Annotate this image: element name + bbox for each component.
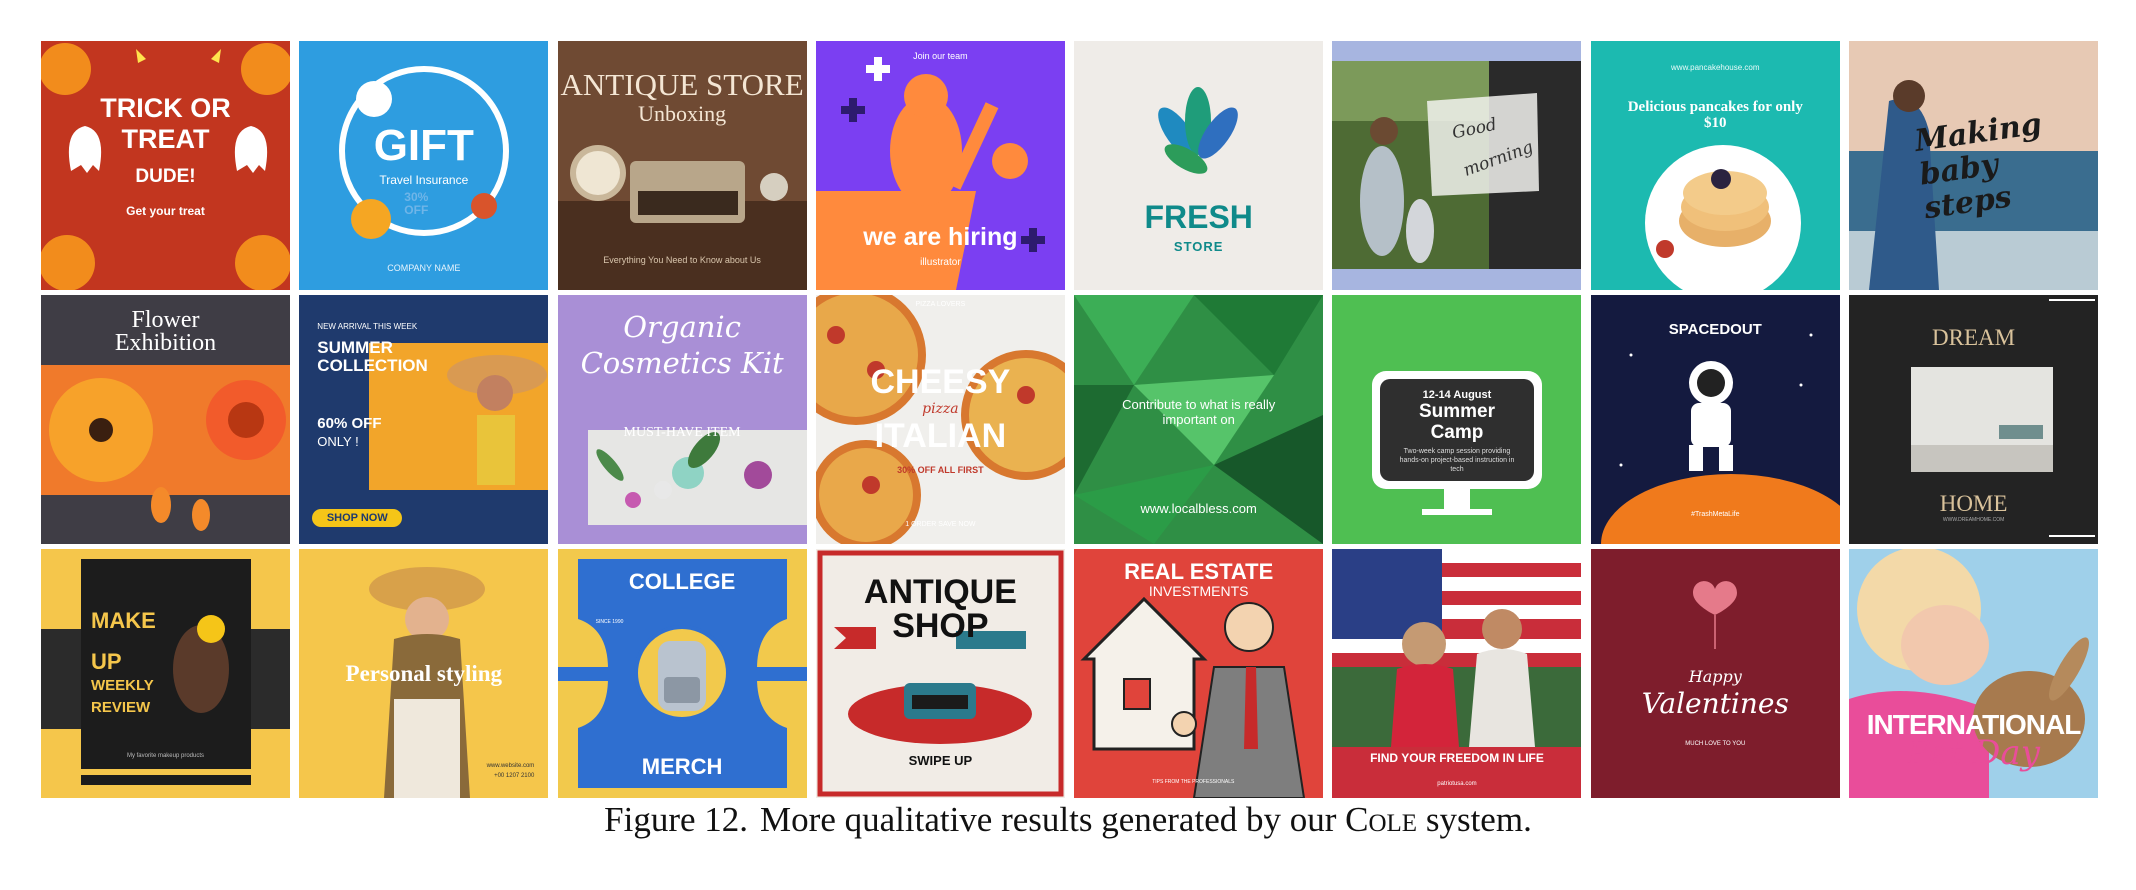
illustrator-art — [815, 57, 1045, 290]
poster-title: DREAM — [1932, 325, 2016, 350]
gift-insurance-poster: GIFT Travel Insurance 30% OFF COMPANY NA… — [299, 41, 549, 290]
cheesy-pizza-poster: PIZZA LOVERS CHEESY pizza ITALIAN 30% OF… — [815, 295, 1065, 544]
antique-shop-poster: ANTIQUE SHOP SWIPE UP — [815, 549, 1065, 798]
baby-steps-photo: Making baby steps — [1849, 41, 2099, 290]
personal-styling-poster: Personal styling www.website.com +00 120… — [299, 549, 549, 798]
dream-home-poster: DREAM HOME WWW.DREAMHOME.COM — [1849, 295, 2099, 544]
poster-title: SUMMER COLLECTION — [317, 338, 428, 375]
poster-url: patriotusa.com — [1437, 781, 1477, 787]
poster-title: FRESH — [1144, 199, 1253, 235]
poster-sub: INVESTMENTS — [1148, 583, 1249, 599]
poster-title: FIND YOUR FREEDOM IN LIFE — [1370, 751, 1544, 765]
poster-sub: Two-week camp session providing hands-on… — [1399, 448, 1515, 473]
poster-title: Organic Cosmetics Kit — [580, 310, 784, 380]
poster-title: REAL ESTATE — [1124, 559, 1274, 584]
poster-sub: Get your treat — [126, 204, 205, 218]
poster-url: www.pancakehouse.com — [1671, 63, 1760, 72]
hiring-poster: Join our team we are hiring illustrator — [815, 41, 1065, 290]
poster-foot: 1 ORDER SAVE NOW — [905, 521, 976, 528]
title-line3: WEEKLY — [91, 677, 154, 694]
poster-sub: MUST-HAVE ITEM — [623, 425, 741, 440]
summer-collection-poster: NEW ARRIVAL THIS WEEK SUMMER COLLECTION … — [299, 295, 549, 544]
antique-store-poster: ANTIQUE STORE Unboxing Everything You Ne… — [557, 41, 807, 290]
poster-date: 12-14 August — [1422, 389, 1492, 401]
poster-top: Join our team — [913, 51, 968, 61]
poster-foot: My favorite makeup products — [126, 753, 205, 759]
poster-mid: pizza — [922, 401, 959, 417]
poster-phone: +00 1207 2100 — [494, 773, 535, 779]
poster-url: www.localbless.com — [1140, 501, 1257, 516]
results-grid: TRICK OR TREAT DUDE! Get your treat GIFT… — [41, 41, 2099, 798]
figure-caption: Figure 12. More qualitative results gener… — [0, 800, 2136, 840]
title-line1: MAKE — [91, 608, 156, 633]
poster-sub: STORE — [1173, 239, 1224, 254]
poster-foot: TIPS FROM THE PROFESSIONALS — [1152, 779, 1235, 785]
poster-offer: 60% OFF — [317, 415, 382, 432]
college-merch-poster: COLLEGE SINCE 1990 MERCH — [557, 549, 807, 798]
poster-title: Delicious pancakes for only $10 — [1627, 99, 1803, 131]
poster-title: GIFT — [373, 121, 474, 170]
fresh-store-logo: FRESH STORE — [1074, 41, 1324, 290]
poster-foot: Everything You Need to Know about Us — [603, 255, 761, 265]
good-morning-photo: Good morning — [1332, 41, 1582, 290]
poster-sub: illustrator — [920, 257, 961, 268]
poster-sub: MERCH — [641, 754, 723, 779]
poster-title: TRICK OR TREAT — [100, 93, 231, 154]
halloween-poster: TRICK OR TREAT DUDE! Get your treat — [41, 41, 290, 290]
caption-text-start: More qualitative results generated by ou… — [760, 800, 1346, 839]
poster-foot: WWW.DREAMHOME.COM — [1942, 517, 2005, 523]
poster-sub: Unboxing — [638, 101, 727, 126]
poster-title: Flower Exhibition — [114, 307, 217, 356]
poster-date: SINCE 1990 — [595, 619, 624, 625]
poster-title: COLLEGE — [628, 569, 736, 594]
poster-title: Contribute to what is really important o… — [1122, 397, 1276, 427]
poster-sub: Pet Day — [1907, 733, 2040, 773]
title-line4: REVIEW — [91, 699, 151, 716]
poster-offer: 30% OFF ALL FIRST — [897, 465, 984, 475]
spacedout-poster: SPACEDOUT #TrashMetaLife — [1590, 295, 1840, 544]
poster-offer: 30% OFF — [404, 190, 429, 217]
pancake-plate-art — [1644, 145, 1801, 290]
title-line1: Happy — [1688, 667, 1742, 686]
makeup-review-poster: MAKE UP WEEKLY REVIEW My favorite makeup… — [41, 549, 290, 798]
summer-camp-poster: 12-14 August Summer Camp Two-week camp s… — [1332, 295, 1582, 544]
poster-title: CHEESY — [870, 363, 1011, 401]
poster-title: we are hiring — [863, 223, 1018, 251]
pet-day-photo: INTERNATIONAL Pet Day — [1849, 549, 2099, 798]
poster-title: Summer Camp — [1418, 401, 1495, 443]
poster-sub: Travel Insurance — [379, 173, 469, 187]
poster-line2: DUDE! — [135, 166, 196, 187]
poster-sub: ONLY ! — [317, 434, 359, 449]
pancake-poster: www.pancakehouse.com Delicious pancakes … — [1590, 41, 1840, 290]
caption-text-end: system. — [1417, 800, 1532, 839]
poster-title: Personal styling — [345, 661, 503, 686]
company-name: COMPANY NAME — [387, 263, 461, 273]
poster-top: PIZZA LOVERS — [915, 301, 966, 308]
figure-label: Figure 12. — [604, 800, 749, 839]
valentines-poster: Happy Valentines MUCH LOVE TO YOU — [1590, 549, 1840, 798]
poster-sub: SWIPE UP — [908, 753, 973, 768]
shop-now-button: SHOP NOW — [312, 509, 403, 527]
flower-exhibition-poster: Flower Exhibition — [41, 295, 290, 544]
poster-top: NEW ARRIVAL THIS WEEK — [317, 322, 418, 331]
real-estate-poster: REAL ESTATE INVESTMENTS TIPS FROM THE PR… — [1074, 549, 1324, 798]
poster-sub: MUCH LOVE TO YOU — [1685, 741, 1746, 747]
makeup-art — [41, 559, 290, 785]
contribute-poster: Contribute to what is really important o… — [1074, 295, 1324, 544]
garden-photo-art — [1332, 61, 1582, 269]
caption-system-name: Cole — [1345, 800, 1418, 839]
poster-tag: #TrashMetaLife — [1691, 511, 1740, 518]
poster-title2: ITALIAN — [874, 417, 1007, 455]
organic-cosmetics-poster: Organic Cosmetics Kit MUST-HAVE ITEM — [557, 295, 807, 544]
poster-title: ANTIQUE SHOP — [863, 573, 1017, 645]
freedom-poster: FIND YOUR FREEDOM IN LIFE patriotusa.com — [1332, 549, 1582, 798]
poster-sub: HOME — [1939, 491, 2008, 516]
poster-title: SPACEDOUT — [1668, 321, 1762, 338]
title-line2: Valentines — [1641, 687, 1789, 720]
poster-url: www.website.com — [486, 763, 535, 769]
poster-title: ANTIQUE STORE — [560, 67, 804, 102]
title-line2: UP — [91, 649, 122, 674]
